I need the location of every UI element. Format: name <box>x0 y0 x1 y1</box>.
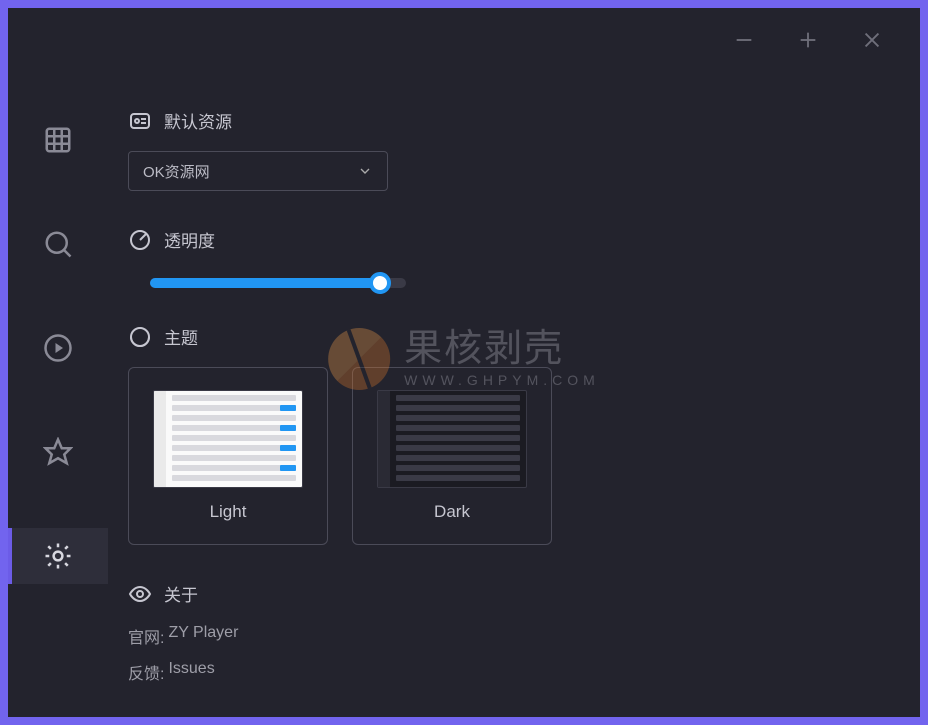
opacity-icon <box>128 228 152 252</box>
section-theme: 主题 <box>128 324 920 545</box>
section-title: 关于 <box>164 581 198 606</box>
about-feedback: 反馈: Issues <box>128 660 920 684</box>
star-icon <box>43 437 73 467</box>
about-feedback-label: 反馈: <box>128 660 164 684</box>
theme-thumb-light <box>153 390 303 488</box>
play-icon <box>43 333 73 363</box>
section-about: 关于 官网: ZY Player 反馈: Issues <box>128 581 920 684</box>
new-window-button[interactable] <box>794 26 822 54</box>
about-feedback-value[interactable]: Issues <box>168 660 214 684</box>
titlebar <box>730 8 920 72</box>
section-default-source: 默认资源 OK资源网 <box>128 108 920 191</box>
chevron-down-icon <box>357 163 373 179</box>
sidebar-item-favorites[interactable] <box>8 424 108 480</box>
eye-icon <box>128 582 152 606</box>
sidebar-item-play[interactable] <box>8 320 108 376</box>
app-window: 果核剥壳 WWW.GHPYM.COM 默认资源 OK资源网 透明度 <box>8 8 920 717</box>
theme-label: Dark <box>434 502 470 522</box>
theme-option-light[interactable]: Light <box>128 367 328 545</box>
about-website: 官网: ZY Player <box>128 624 920 648</box>
section-opacity: 透明度 <box>128 227 920 288</box>
section-title: 默认资源 <box>164 108 232 133</box>
theme-thumb-dark <box>377 390 527 488</box>
source-icon <box>128 109 152 133</box>
sidebar <box>8 8 108 717</box>
sidebar-item-settings[interactable] <box>8 528 108 584</box>
close-button[interactable] <box>858 26 886 54</box>
section-title: 透明度 <box>164 227 215 252</box>
about-website-label: 官网: <box>128 624 164 648</box>
opacity-slider-thumb[interactable] <box>369 272 391 294</box>
source-select[interactable]: OK资源网 <box>128 151 388 191</box>
search-icon <box>43 229 73 259</box>
theme-icon <box>128 325 152 349</box>
opacity-slider[interactable] <box>150 278 406 288</box>
source-select-value: OK资源网 <box>143 161 210 182</box>
section-title: 主题 <box>164 324 198 349</box>
about-website-value[interactable]: ZY Player <box>168 624 238 648</box>
sidebar-item-search[interactable] <box>8 216 108 272</box>
theme-label: Light <box>210 502 247 522</box>
sidebar-item-library[interactable] <box>8 112 108 168</box>
settings-panel: 默认资源 OK资源网 透明度 主题 <box>128 108 920 717</box>
film-icon <box>43 125 73 155</box>
minimize-button[interactable] <box>730 26 758 54</box>
opacity-slider-fill <box>150 278 380 288</box>
theme-option-dark[interactable]: Dark <box>352 367 552 545</box>
gear-icon <box>43 541 73 571</box>
